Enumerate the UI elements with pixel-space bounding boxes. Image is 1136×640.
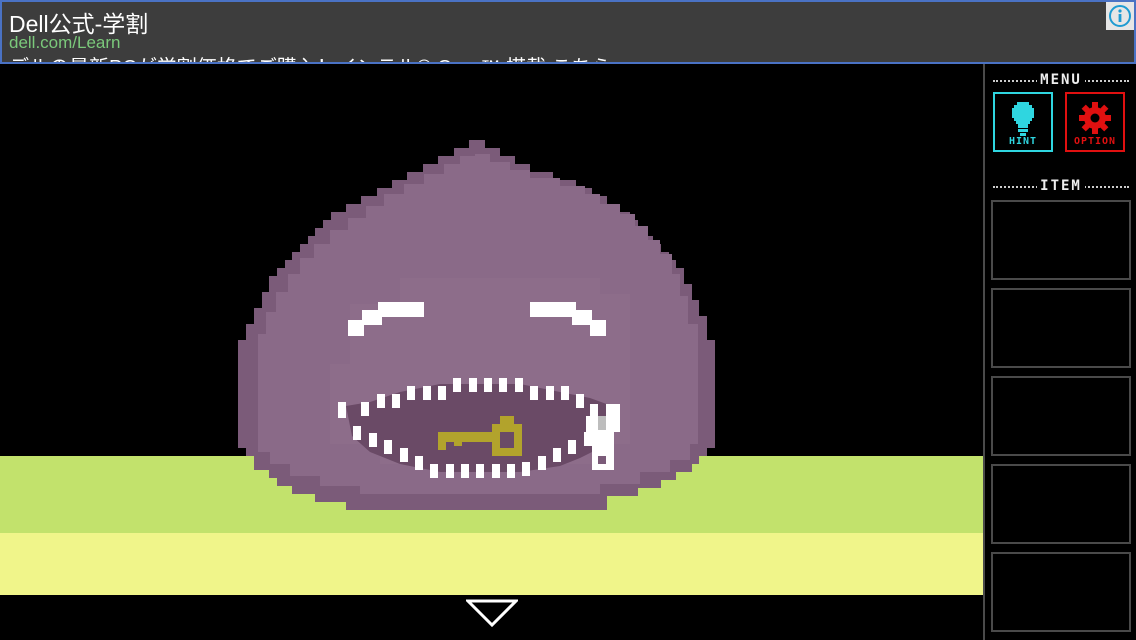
option-button[interactable]: OPTION — [1065, 92, 1125, 152]
item-slot-4[interactable] — [991, 464, 1131, 544]
menu-title: MENU — [1037, 72, 1085, 88]
sidebar: MENU HINT OPTION ITEM — [983, 64, 1136, 640]
info-icon[interactable] — [1106, 2, 1134, 30]
hint-button[interactable]: HINT — [993, 92, 1053, 152]
lightbulb-icon — [1012, 102, 1034, 136]
option-label: OPTION — [1073, 136, 1117, 147]
item-slot-1[interactable] — [991, 200, 1131, 280]
menu-header: MENU — [991, 72, 1131, 88]
item-slot-3[interactable] — [991, 376, 1131, 456]
game-scene[interactable] — [0, 64, 983, 640]
item-title: ITEM — [1037, 178, 1085, 194]
gear-icon — [1079, 102, 1111, 134]
item-header: ITEM — [991, 178, 1131, 194]
down-arrow-icon[interactable] — [464, 599, 520, 632]
purple-slime-monster[interactable] — [0, 64, 983, 640]
ad-banner[interactable]: Dell公式-学割 dell.com/Learn デルの最新PCが学割価格でご購… — [0, 0, 1136, 64]
item-slot-5[interactable] — [991, 552, 1131, 632]
ad-description[interactable]: デルの最新PCが学割価格でご購入！インテル® Core™ 搭載 こちら — [9, 51, 612, 62]
item-slot-2[interactable] — [991, 288, 1131, 368]
ad-url[interactable]: dell.com/Learn — [9, 33, 121, 53]
hint-label: HINT — [1008, 136, 1038, 147]
